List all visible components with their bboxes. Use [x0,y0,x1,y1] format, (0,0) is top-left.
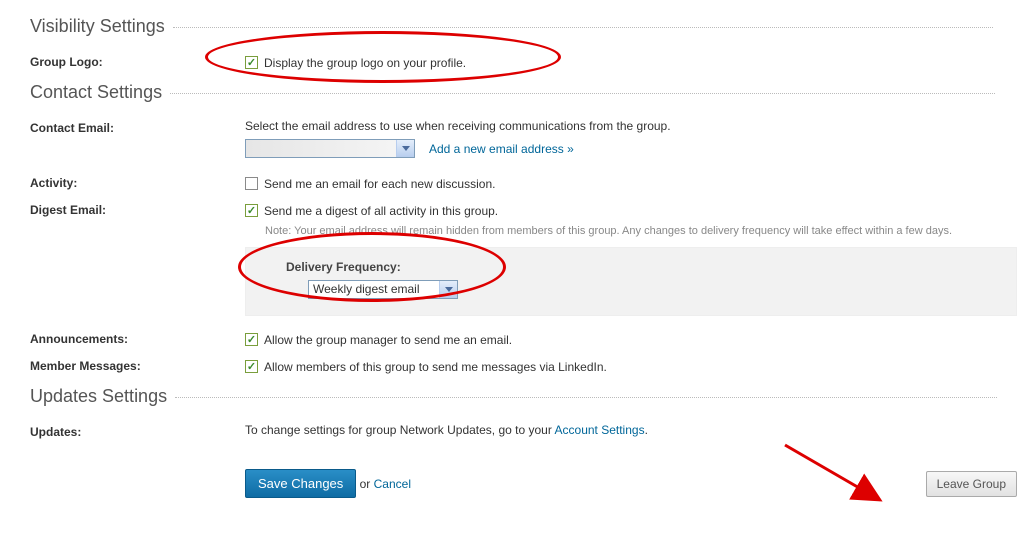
text-activity: Send me an email for each new discussion… [264,174,495,193]
checkbox-digest[interactable] [245,204,258,217]
select-contact-email-value [246,140,396,157]
checkbox-member-messages[interactable] [245,360,258,373]
checkbox-activity[interactable] [245,177,258,190]
label-contact-email: Contact Email: [30,119,245,135]
label-announcements: Announcements: [30,330,245,346]
help-contact-email: Select the email address to use when rec… [245,119,1017,133]
select-delivery-frequency[interactable]: Weekly digest email [308,280,458,299]
delivery-frequency-box: Delivery Frequency: Weekly digest email [245,247,1017,316]
note-digest: Note: Your email address will remain hid… [265,224,1017,239]
section-contact: Contact Settings [30,76,1017,109]
link-account-settings[interactable]: Account Settings [555,423,645,437]
leave-group-button[interactable]: Leave Group [926,471,1017,497]
select-delivery-value: Weekly digest email [309,281,439,298]
text-updates-post: . [645,423,648,437]
text-or: or [360,477,374,491]
label-group-logo: Group Logo: [30,53,245,69]
checkbox-group-logo[interactable] [245,56,258,69]
label-digest: Digest Email: [30,201,245,217]
save-button[interactable]: Save Changes [245,469,356,498]
cancel-link[interactable]: Cancel [374,477,411,491]
text-member-messages: Allow members of this group to send me m… [264,357,607,376]
text-digest: Send me a digest of all activity in this… [264,201,498,220]
chevron-down-icon [439,281,457,298]
label-updates: Updates: [30,423,245,439]
text-updates-pre: To change settings for group Network Upd… [245,423,555,437]
checkbox-announcements[interactable] [245,333,258,346]
text-announcements: Allow the group manager to send me an em… [264,330,512,349]
section-updates: Updates Settings [30,380,1017,413]
link-add-email[interactable]: Add a new email address » [429,142,574,156]
chevron-down-icon [396,140,414,157]
select-contact-email[interactable] [245,139,415,158]
section-visibility: Visibility Settings [30,10,1017,43]
label-activity: Activity: [30,174,245,190]
label-delivery-frequency: Delivery Frequency: [286,260,996,274]
label-member-messages: Member Messages: [30,357,245,373]
text-group-logo: Display the group logo on your profile. [264,53,466,72]
